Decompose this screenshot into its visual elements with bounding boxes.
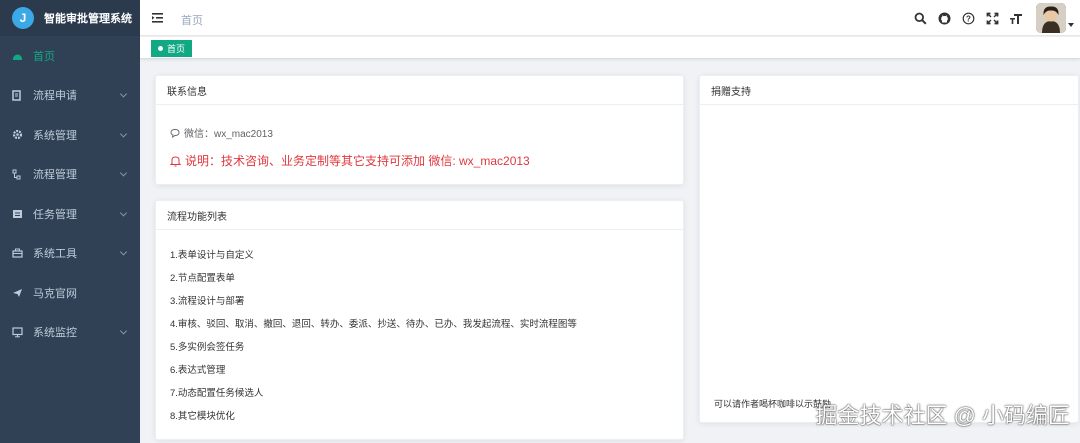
chevron-down-icon <box>119 327 128 335</box>
chevron-down-icon <box>119 90 128 98</box>
card-title: 联系信息 <box>156 76 683 105</box>
donate-card: 捐赠支持 可以请作者喝杯咖啡以示鼓励 <box>699 75 1079 423</box>
card-title: 流程功能列表 <box>156 201 683 230</box>
active-dot-icon <box>158 46 163 51</box>
flow-features-card: 流程功能列表 1.表单设计与自定义 2.节点配置表单 3.流程设计与部署 4.审… <box>155 200 684 440</box>
list-item: 1.表单设计与自定义 <box>170 249 254 261</box>
list-item: 6.表达式管理 <box>170 364 226 376</box>
sidebar-item-label: 任务管理 <box>33 208 77 221</box>
tag-label: 首页 <box>167 44 186 54</box>
list-item: 4.审核、驳回、取消、撤回、退回、转办、委派、抄送、待办、已办、我发起流程、实时… <box>170 318 577 330</box>
breadcrumb: 首页 <box>181 15 203 27</box>
sidebar-item-website[interactable]: 马克官网 <box>0 273 140 313</box>
list-item: 2.节点配置表单 <box>170 272 235 284</box>
svg-text:?: ? <box>966 14 971 23</box>
list-item: 3.流程设计与部署 <box>170 295 245 307</box>
navbar-right-menu: ? <box>908 0 1080 36</box>
chevron-down-icon <box>119 209 128 217</box>
fullscreen-icon[interactable] <box>980 6 1004 30</box>
contact-card: 联系信息 微信：wx_mac2013 说明：技术咨询、业务定制等其它支持可添加 … <box>155 75 684 185</box>
navbar: 首页 ? <box>140 0 1080 36</box>
watermark: 掘金技术社区 @ 小码编匠 <box>815 403 1070 428</box>
sidebar-item-label: 首页 <box>33 50 55 63</box>
notice-row: 说明：技术咨询、业务定制等其它支持可添加 微信: wx_mac2013 <box>170 152 669 169</box>
tag-home[interactable]: 首页 <box>151 40 193 57</box>
chevron-down-icon <box>119 130 128 138</box>
sidebar: J 智能审批管理系统 首页 流程申请 系统管理 流程管理 任务管理 系统工具 马… <box>0 0 140 443</box>
task-icon <box>11 208 23 220</box>
app-logo-icon: J <box>12 7 34 29</box>
wechat-row: 微信：wx_mac2013 <box>170 125 669 140</box>
sidebar-item-flow-apply[interactable]: 流程申请 <box>0 76 140 116</box>
help-icon[interactable]: ? <box>956 6 980 30</box>
chat-icon <box>170 128 180 138</box>
font-size-icon[interactable] <box>1004 6 1028 30</box>
send-icon <box>11 287 23 299</box>
sidebar-item-system[interactable]: 系统管理 <box>0 115 140 155</box>
sidebar-item-tools[interactable]: 系统工具 <box>0 234 140 274</box>
feature-list: 1.表单设计与自定义 2.节点配置表单 3.流程设计与部署 4.审核、驳回、取消… <box>170 230 669 426</box>
logo[interactable]: J 智能审批管理系统 <box>0 0 140 36</box>
list-item: 7.动态配置任务候选人 <box>170 387 264 399</box>
card-body: 1.表单设计与自定义 2.节点配置表单 3.流程设计与部署 4.审核、驳回、取消… <box>156 230 683 426</box>
app-title: 智能审批管理系统 <box>44 13 132 25</box>
monitor-icon <box>11 326 23 338</box>
hamburger-icon[interactable] <box>151 11 165 25</box>
toolbox-icon <box>11 247 23 259</box>
sidebar-item-label: 流程申请 <box>33 90 77 103</box>
card-body: 微信：wx_mac2013 说明：技术咨询、业务定制等其它支持可添加 微信: w… <box>156 125 683 169</box>
bell-icon <box>170 155 181 166</box>
sidebar-menu: 首页 流程申请 系统管理 流程管理 任务管理 系统工具 马克官网 系统监控 <box>0 36 140 352</box>
sidebar-item-monitor[interactable]: 系统监控 <box>0 313 140 353</box>
sidebar-item-home[interactable]: 首页 <box>0 36 140 76</box>
search-icon[interactable] <box>908 6 932 30</box>
sidebar-item-task[interactable]: 任务管理 <box>0 194 140 234</box>
tags-view: 首页 <box>140 37 1080 59</box>
flow-icon <box>11 168 23 180</box>
chevron-down-icon <box>119 248 128 256</box>
dashboard-icon <box>11 50 23 62</box>
sidebar-item-label: 系统工具 <box>33 248 77 261</box>
sidebar-item-label: 马克官网 <box>33 287 77 300</box>
wechat-text: 微信：wx_mac2013 <box>184 129 273 140</box>
list-item: 5.多实例会签任务 <box>170 341 245 353</box>
sidebar-item-label: 流程管理 <box>33 169 77 182</box>
github-icon[interactable] <box>932 6 956 30</box>
list-item: 8.其它模块优化 <box>170 410 235 422</box>
sidebar-item-flow-manage[interactable]: 流程管理 <box>0 155 140 195</box>
donate-note: 可以请作者喝杯咖啡以示鼓励 <box>714 399 832 409</box>
caret-down-icon[interactable] <box>1068 23 1074 27</box>
document-icon <box>11 89 23 101</box>
avatar[interactable] <box>1036 3 1066 33</box>
card-title: 捐赠支持 <box>700 76 1078 105</box>
chevron-down-icon <box>119 169 128 177</box>
sidebar-item-label: 系统管理 <box>33 129 77 142</box>
notice-text: 说明：技术咨询、业务定制等其它支持可添加 微信: wx_mac2013 <box>185 154 530 168</box>
sidebar-item-label: 系统监控 <box>33 327 77 340</box>
gear-icon <box>11 129 23 141</box>
